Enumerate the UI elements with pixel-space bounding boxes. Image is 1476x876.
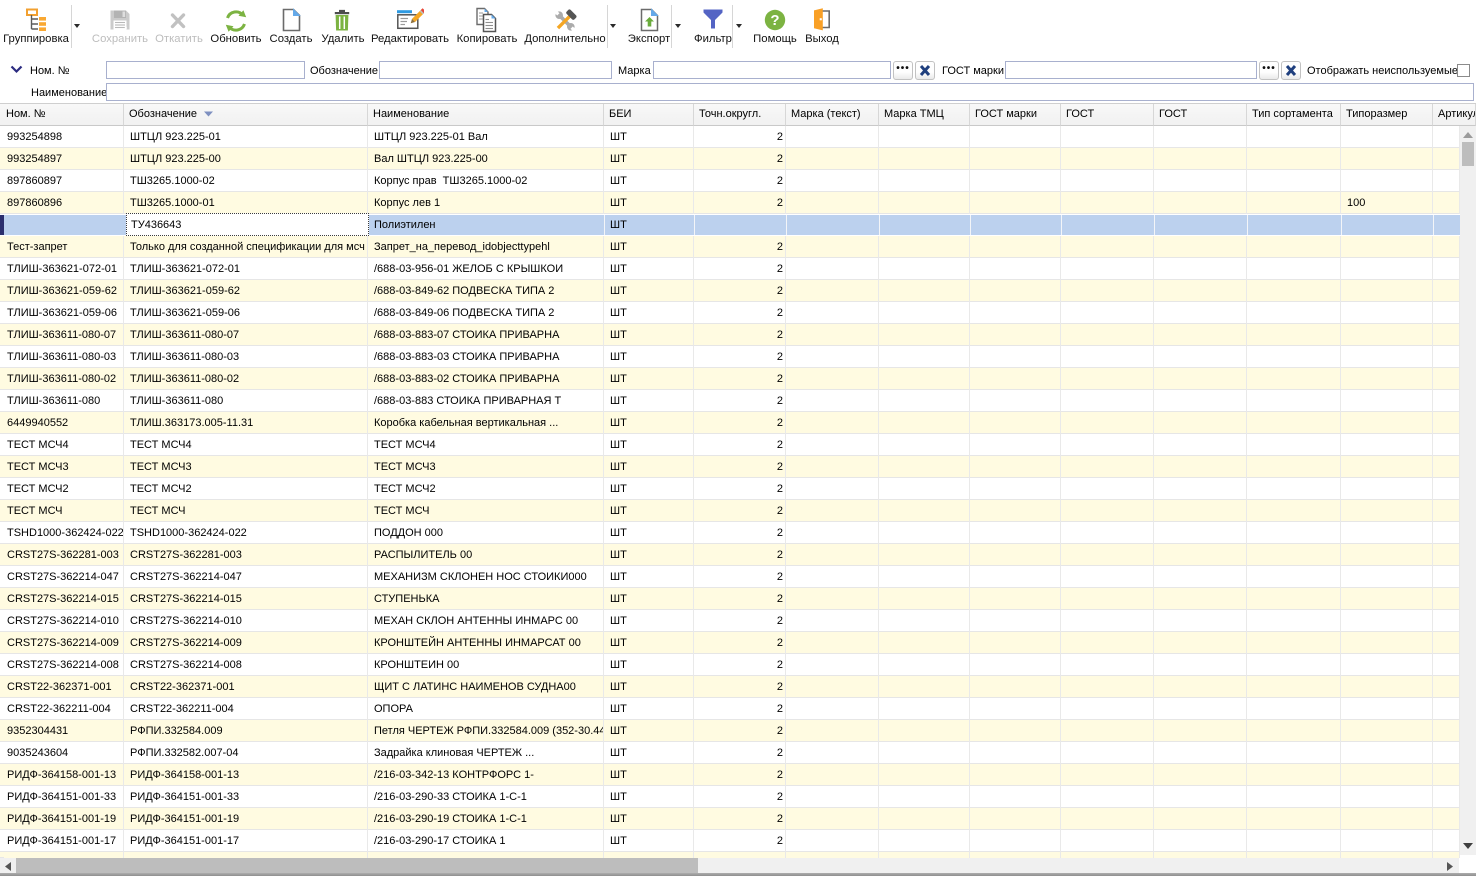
svg-text:?: ? xyxy=(770,12,779,29)
